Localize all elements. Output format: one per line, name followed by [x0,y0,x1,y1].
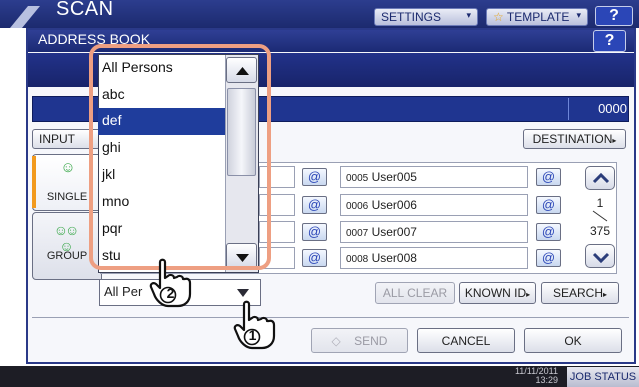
email-icon[interactable]: @ [302,196,327,214]
chevron-right-icon: ▸ [612,136,617,145]
template-button[interactable]: ☆ TEMPLATE ▾ [486,8,588,26]
scan-help-button[interactable]: ? [595,6,633,26]
email-icon[interactable]: @ [302,249,327,267]
destination-button-label: DESTINATION [532,132,613,146]
user-id: 0005 [346,173,369,184]
user-id: 0006 [346,201,369,212]
user-name: User006 [371,198,417,212]
send-icon: ◇ [331,334,341,348]
destination-button[interactable]: DESTINATION▸ [523,129,626,149]
table-row[interactable]: 0007 User007 [340,221,528,243]
chevron-right-icon: ▸ [603,290,608,299]
page-down-button[interactable] [585,244,615,268]
email-icon[interactable]: @ [536,168,561,186]
all-clear-button[interactable]: ALL CLEAR [375,282,455,304]
highlight-frame [89,44,271,270]
table-row[interactable]: 0008 User008 [340,247,528,269]
step-2-label: 2 [166,285,175,301]
chevron-down-icon: ▾ [466,10,471,20]
email-icon[interactable]: @ [536,249,561,267]
group-people-icon: ☺☺☺ [53,222,80,254]
user-name: User007 [371,225,417,239]
group-filter-value: All Per [104,284,143,299]
user-id: 0008 [346,254,369,265]
page-up-button[interactable] [585,166,615,190]
search-label: SEARCH [552,286,603,300]
user-id: 0007 [346,228,369,239]
count-divider [568,98,569,120]
current-page: 1 [596,196,604,210]
user-name: User008 [371,251,417,265]
search-button[interactable]: SEARCH▸ [541,282,619,304]
scan-screen-title: SCAN [56,0,114,20]
settings-button-label: SETTINGS [381,10,442,24]
chevron-down-icon: ▾ [576,10,581,20]
job-status-button[interactable]: JOB STATUS [567,367,639,387]
table-row[interactable]: 0005 User005 [340,166,528,188]
email-icon[interactable]: @ [302,168,327,186]
step-1-label: 1 [248,327,257,343]
template-button-label: TEMPLATE [506,10,570,24]
star-icon: ☆ [493,10,504,24]
ok-button[interactable]: OK [524,328,622,353]
known-id-label: KNOWN ID [464,286,527,300]
page-divider [592,210,608,222]
chevron-down-icon [592,252,610,264]
chevron-up-icon [592,172,610,184]
pointing-hand-icon [233,300,276,350]
total-pages: 375 [589,224,611,238]
single-person-icon: ☺ [60,159,76,176]
settings-button[interactable]: SETTINGS ▾ [374,8,478,26]
dialog-help-button[interactable]: ? [593,30,626,52]
footer-divider [32,317,629,318]
table-row[interactable]: 0006 User006 [340,194,528,216]
send-button[interactable]: ◇ SEND [311,328,408,353]
pointing-hand-icon [149,258,192,308]
cancel-button[interactable]: CANCEL [417,328,515,353]
chevron-right-icon: ▸ [526,290,531,299]
send-label: SEND [354,334,388,348]
email-icon[interactable]: @ [536,196,561,214]
destination-count: 0000 [598,101,627,116]
user-name: User005 [371,170,417,184]
known-id-button[interactable]: KNOWN ID▸ [459,282,536,304]
status-time: 13:29 [535,375,558,385]
email-icon[interactable]: @ [536,223,561,241]
email-icon[interactable]: @ [302,223,327,241]
